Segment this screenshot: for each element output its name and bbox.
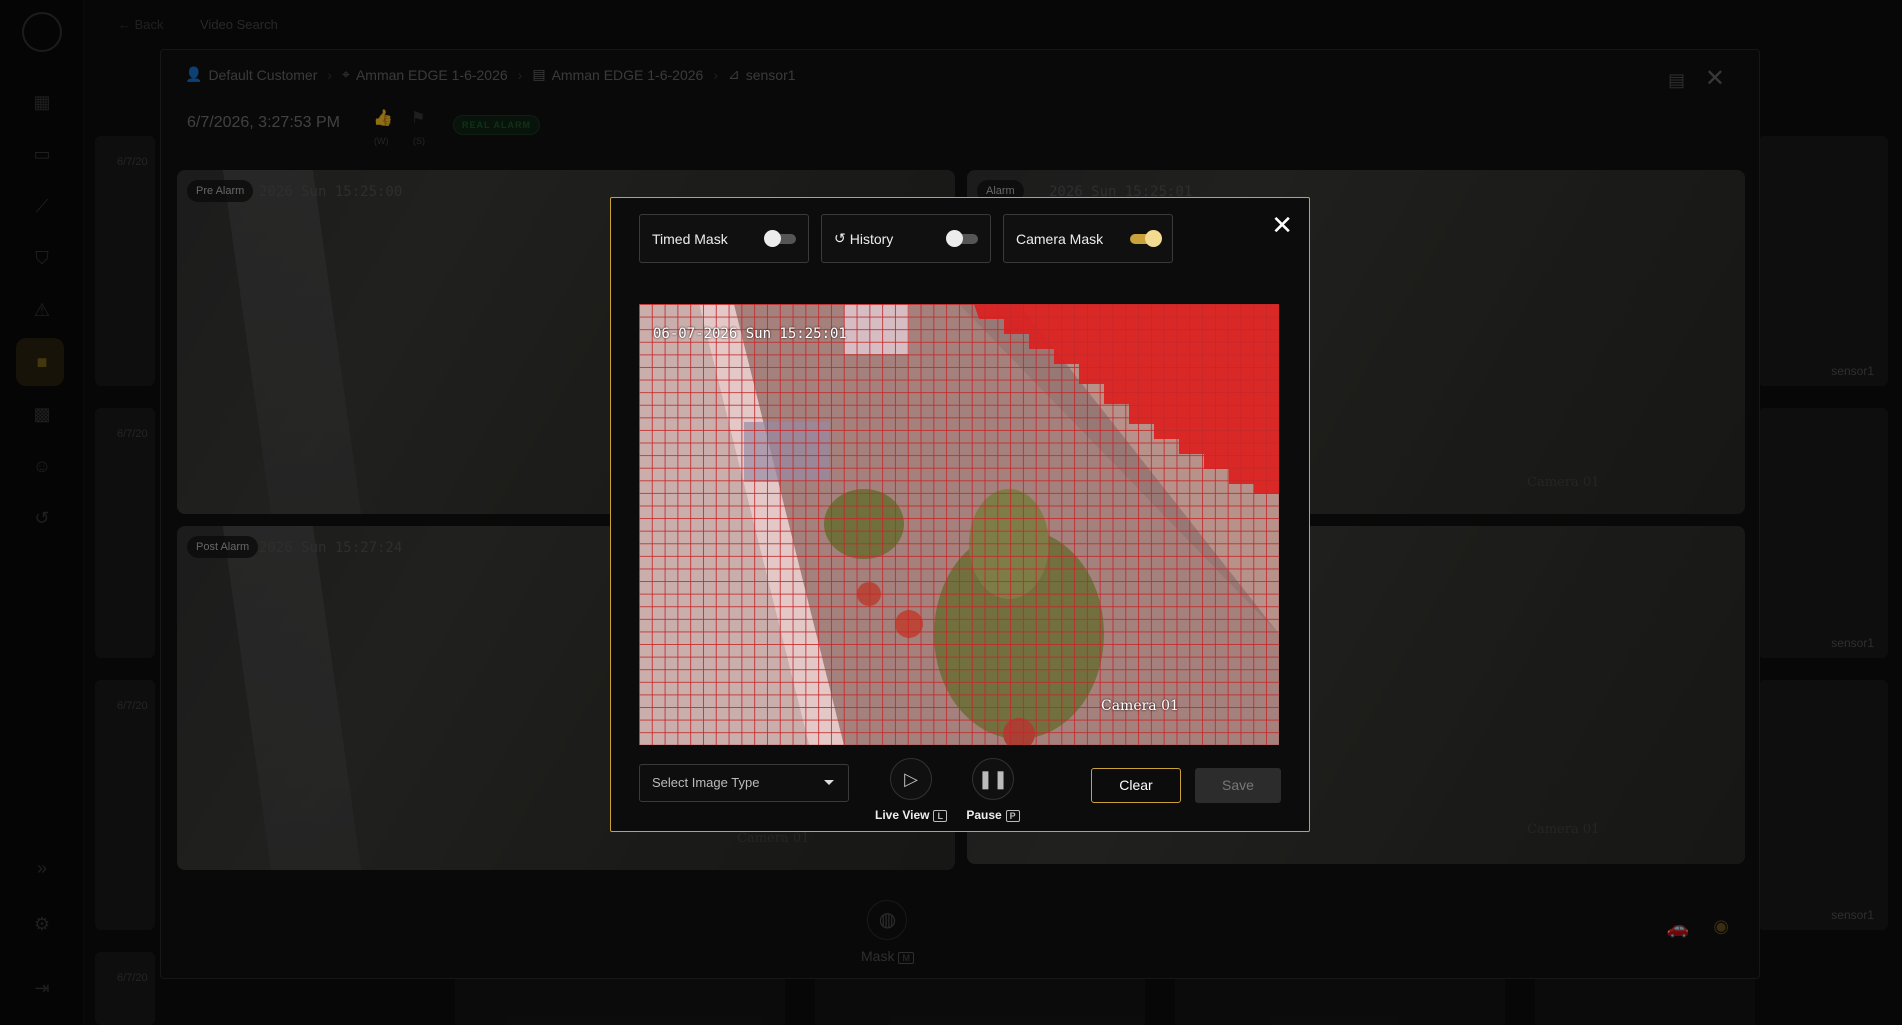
page-title: Video Search	[200, 17, 278, 32]
list-item[interactable]: 6/7/20	[95, 408, 155, 658]
list-item[interactable]: sensor1	[1758, 136, 1888, 386]
play-icon[interactable]: ▷	[890, 758, 932, 800]
timed-mask-label: Timed Mask	[652, 230, 728, 247]
camera-mask-toggle[interactable]: Camera Mask	[1003, 214, 1173, 263]
pause-icon[interactable]: ❚❚	[972, 758, 1014, 800]
frame-stamp: 2026 Sun 15:27:24	[259, 540, 403, 556]
history-icon[interactable]: ↺	[28, 504, 56, 532]
breadcrumb-sensor[interactable]: ⊿ sensor1	[728, 66, 796, 83]
breadcrumb-customer[interactable]: 👤 Default Customer	[185, 66, 317, 83]
chart-icon[interactable]: ⟋	[28, 192, 56, 220]
pause-label: Pause	[966, 808, 1002, 822]
status-badge: REAL ALARM	[453, 115, 540, 135]
list-item[interactable]	[1175, 978, 1505, 1025]
device-icon: ▤	[532, 66, 546, 82]
breadcrumb-device[interactable]: ▤ Amman EDGE 1-6-2026	[532, 66, 703, 83]
pause-shortcut: P	[1005, 810, 1020, 822]
flag-key: (S)	[413, 136, 425, 146]
list-item[interactable]: 6/7/20	[95, 680, 155, 930]
shield-icon[interactable]: ⛉	[28, 244, 56, 272]
location-icon: ⌖	[342, 66, 350, 82]
live-view-control[interactable]: ▷ Live View L	[869, 758, 953, 822]
card-icon[interactable]: ▭	[28, 140, 56, 168]
camera-icon: ⊿	[727, 66, 740, 82]
history-icon: ↺	[834, 230, 846, 246]
mask-grid	[639, 304, 1279, 745]
frame-camera-name: Camera 01	[737, 831, 810, 846]
chevron-right-icon: ›	[327, 66, 333, 83]
pause-control[interactable]: ❚❚ Pause P	[951, 758, 1035, 822]
breadcrumb: 👤 Default Customer › ⌖ Amman EDGE 1-6-2026…	[185, 66, 796, 83]
thumbs-up-icon[interactable]: 👍	[373, 108, 393, 128]
video-camera-icon: ■	[36, 352, 48, 372]
list-item[interactable]	[455, 978, 785, 1025]
back-label: Back	[134, 17, 164, 32]
timed-mask-switch[interactable]	[764, 229, 796, 247]
grid-icon[interactable]: ▩	[28, 400, 56, 428]
frame-camera-name: Camera 01	[1527, 822, 1600, 837]
mask-shortcut: M	[898, 952, 914, 964]
live-view-shortcut: L	[933, 810, 947, 822]
frame-label: Post Alarm	[187, 536, 259, 558]
live-view-label: Live View	[875, 808, 930, 822]
list-item[interactable]: sensor1	[1758, 680, 1888, 930]
close-icon[interactable]: ✕	[1705, 64, 1725, 93]
list-item[interactable]	[1535, 978, 1755, 1025]
list-item[interactable]: 6/7/20	[95, 952, 155, 1025]
document-icon[interactable]: ▤	[1668, 70, 1685, 91]
list-item[interactable]: 6/7/20	[95, 136, 155, 386]
list-item[interactable]	[815, 978, 1145, 1025]
app-logo	[22, 12, 62, 52]
user-icon: 👤	[185, 66, 203, 82]
sensor-icon[interactable]: ◉	[1713, 916, 1729, 937]
expand-icon[interactable]: »	[28, 854, 56, 882]
gear-icon[interactable]: ⚙	[28, 910, 56, 938]
frame-stamp: 2026 Sun 15:25:00	[259, 184, 403, 200]
mask-control[interactable]: ◍ Mask M	[861, 900, 914, 964]
mask-grid-canvas[interactable]: 06-07-2026 Sun 15:25:01 Camera 01	[639, 304, 1279, 745]
alarm-timestamp: 6/7/2026, 3:27:53 PM	[187, 114, 340, 131]
frame-camera-name: Camera 01	[1527, 475, 1600, 490]
mask-editor-modal: Timed Mask ↺ History Camera Mask ✕ 06-07…	[610, 197, 1310, 832]
save-button[interactable]: Save	[1195, 768, 1281, 803]
history-switch[interactable]	[946, 229, 978, 247]
camera-mask-switch[interactable]	[1130, 229, 1162, 247]
caret-down-icon	[824, 780, 834, 785]
app-root: ▦ ▭ ⟋ ⛉ ⚠ ■ ▩ ☺ ↺ » ⚙ ⇥ ← Back Video Sea…	[0, 0, 1902, 1025]
car-icon[interactable]: 🚗	[1667, 918, 1689, 939]
alarm-icon[interactable]: ⚠	[28, 296, 56, 324]
list-item[interactable]: sensor1	[1758, 408, 1888, 658]
clear-button[interactable]: Clear	[1091, 768, 1181, 803]
dashboard-icon[interactable]: ▦	[28, 88, 56, 116]
camera-timestamp: 06-07-2026 Sun 15:25:01	[653, 326, 847, 342]
image-type-select[interactable]: Select Image Type	[639, 764, 849, 802]
chevron-right-icon: ›	[713, 66, 718, 83]
camera-name-overlay: Camera 01	[1101, 698, 1179, 714]
chevron-right-icon: ›	[517, 66, 523, 83]
users-icon[interactable]: ☺	[28, 452, 56, 480]
sidebar: ▦ ▭ ⟋ ⛉ ⚠ ■ ▩ ☺ ↺ » ⚙ ⇥	[0, 0, 84, 1025]
frame-label: Pre Alarm	[187, 180, 254, 202]
back-link[interactable]: ← Back	[118, 17, 164, 32]
close-icon[interactable]: ✕	[1271, 212, 1293, 238]
globe-icon: ◍	[867, 900, 908, 940]
history-toggle[interactable]: ↺ History	[821, 214, 991, 263]
timed-mask-toggle[interactable]: Timed Mask	[639, 214, 809, 263]
breadcrumb-site[interactable]: ⌖ Amman EDGE 1-6-2026	[342, 66, 508, 83]
history-label: History	[849, 230, 894, 247]
image-type-placeholder: Select Image Type	[652, 775, 760, 790]
camera-mask-label: Camera Mask	[1016, 230, 1104, 247]
mask-label: Mask	[861, 948, 895, 964]
flag-icon[interactable]: ⚑	[411, 108, 425, 128]
thumbs-up-key: (W)	[374, 136, 389, 146]
logout-icon[interactable]: ⇥	[28, 974, 56, 1002]
